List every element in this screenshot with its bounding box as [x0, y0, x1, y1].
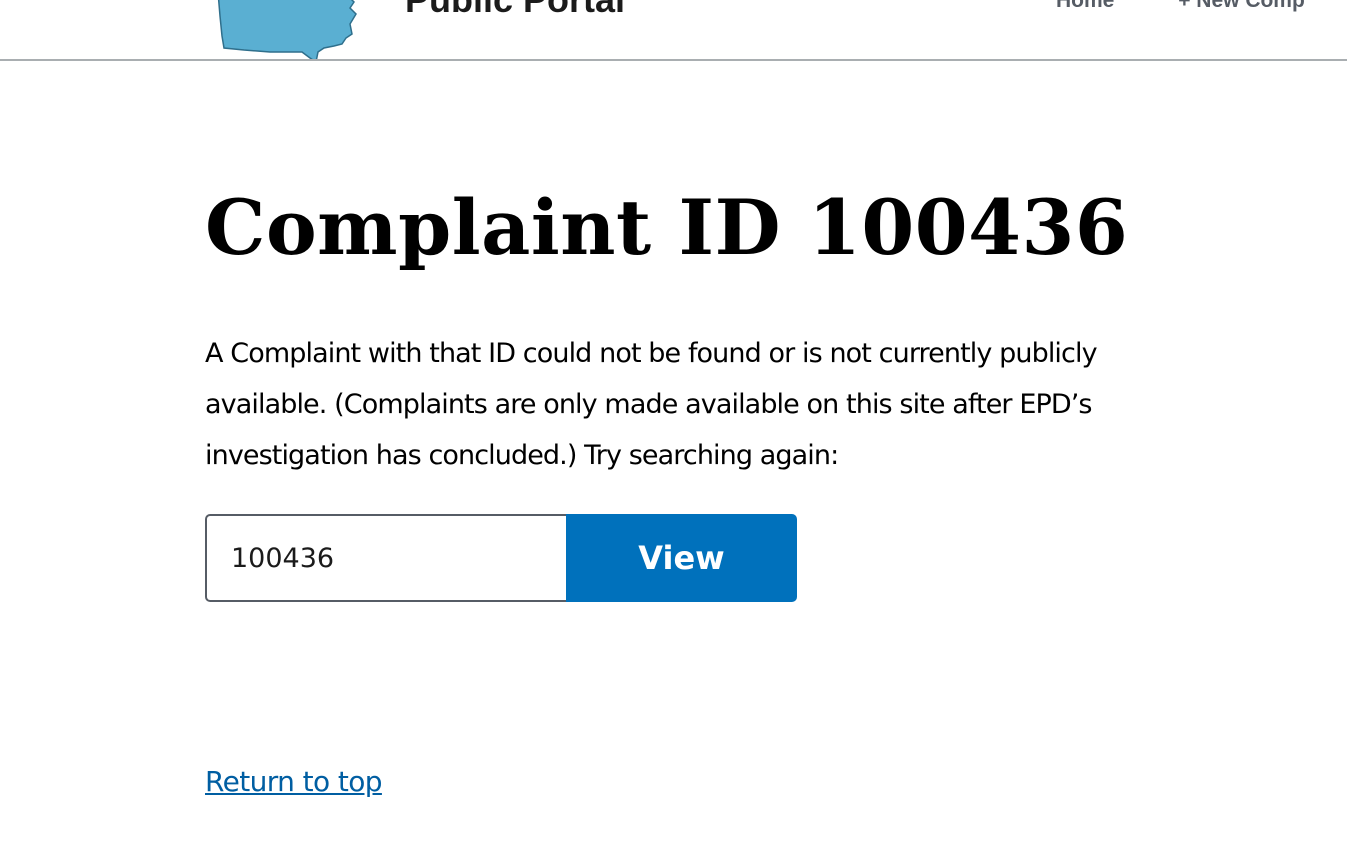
- georgia-state-map-icon: [217, 0, 357, 59]
- return-to-top-link[interactable]: Return to top: [205, 762, 383, 802]
- page: Public Portal Home + New Comp Complaint …: [0, 0, 1347, 867]
- view-button[interactable]: View: [566, 514, 797, 602]
- not-found-message: A Complaint with that ID could not be fo…: [205, 338, 1098, 471]
- complaint-search-form: View: [205, 514, 797, 602]
- complaint-id-input[interactable]: [205, 514, 566, 602]
- nav-new-complaint-link[interactable]: + New Comp: [1178, 0, 1305, 14]
- main-content: Complaint ID 100436 A Complaint with tha…: [205, 178, 1215, 602]
- page-title: Complaint ID 100436: [205, 183, 1129, 272]
- logo-link[interactable]: [214, 0, 360, 59]
- main-nav: Home + New Comp: [1056, 0, 1305, 14]
- site-title[interactable]: Public Portal: [405, 0, 625, 20]
- site-header: Public Portal Home + New Comp: [0, 0, 1347, 61]
- nav-home-link[interactable]: Home: [1056, 0, 1114, 14]
